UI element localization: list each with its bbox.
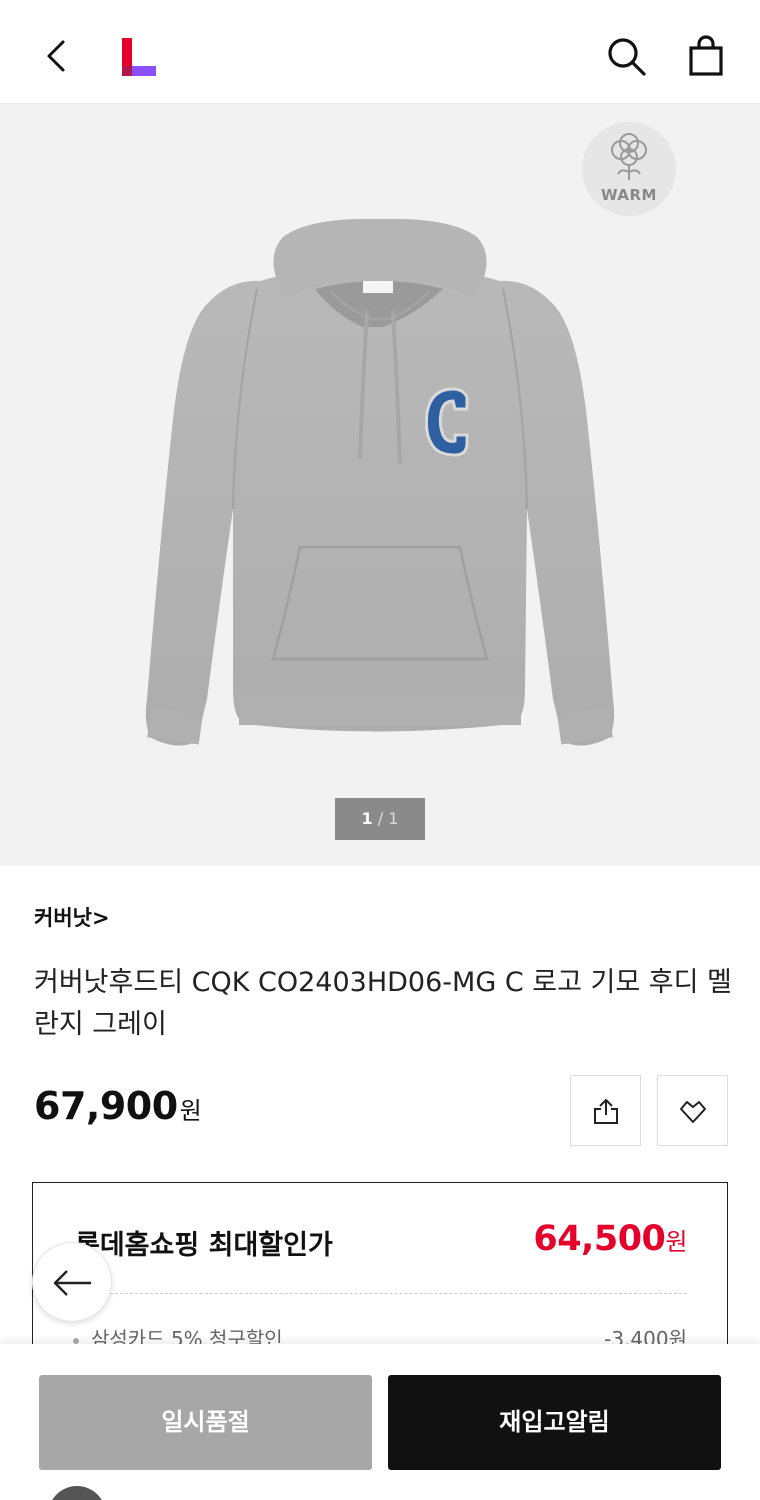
cotton-icon	[611, 133, 647, 180]
pager-current: 1	[361, 809, 373, 828]
product-image	[145, 219, 615, 746]
search-icon	[608, 38, 646, 76]
divider	[75, 1293, 687, 1294]
image-pager: 1 / 1	[335, 798, 425, 840]
discount-price-value: 64,500	[533, 1219, 666, 1259]
floating-back-button[interactable]	[32, 1242, 112, 1322]
soldout-button[interactable]: 일시품절	[39, 1375, 372, 1470]
warm-badge: WARM	[582, 122, 676, 216]
discount-label: 롯데홈쇼핑 최대할인가	[75, 1230, 333, 1261]
heart-icon	[680, 1101, 706, 1123]
price-unit: 원	[179, 1097, 202, 1125]
shopping-bag-icon	[689, 35, 723, 76]
brand-arrow: >	[91, 906, 110, 930]
share-button[interactable]	[570, 1075, 641, 1146]
bottom-action-bar: 일시품절 재입고알림	[0, 1344, 760, 1500]
brand-name: 커버낫	[34, 906, 92, 930]
pager-separator: /	[377, 809, 384, 828]
arrow-left-icon	[53, 1270, 91, 1296]
back-button[interactable]	[36, 34, 80, 78]
cart-button[interactable]	[684, 34, 728, 78]
lotte-logo[interactable]	[122, 38, 156, 76]
discount-price-unit: 원	[665, 1228, 687, 1256]
share-icon	[594, 1099, 618, 1124]
floating-circle-button[interactable]	[48, 1486, 106, 1500]
warm-label: WARM	[601, 186, 657, 204]
product-image-gallery[interactable]: WARM 1 / 1	[0, 104, 760, 866]
chevron-left-icon	[47, 40, 65, 72]
price-value: 67,900	[34, 1084, 178, 1128]
top-header	[0, 0, 760, 104]
pager-total: 1	[388, 809, 399, 828]
brand-link[interactable]: 커버낫>	[34, 902, 110, 932]
search-button[interactable]	[604, 34, 648, 78]
product-title: 커버낫후드티 CQK CO2403HD06-MG C 로고 기모 후디 멜란지 …	[34, 967, 732, 1040]
restock-notify-button[interactable]: 재입고알림	[388, 1375, 721, 1470]
wishlist-button[interactable]	[657, 1075, 728, 1146]
product-price: 67,900원	[34, 1084, 202, 1128]
discount-price: 64,500원	[533, 1219, 687, 1259]
bullet-icon	[73, 1337, 79, 1344]
